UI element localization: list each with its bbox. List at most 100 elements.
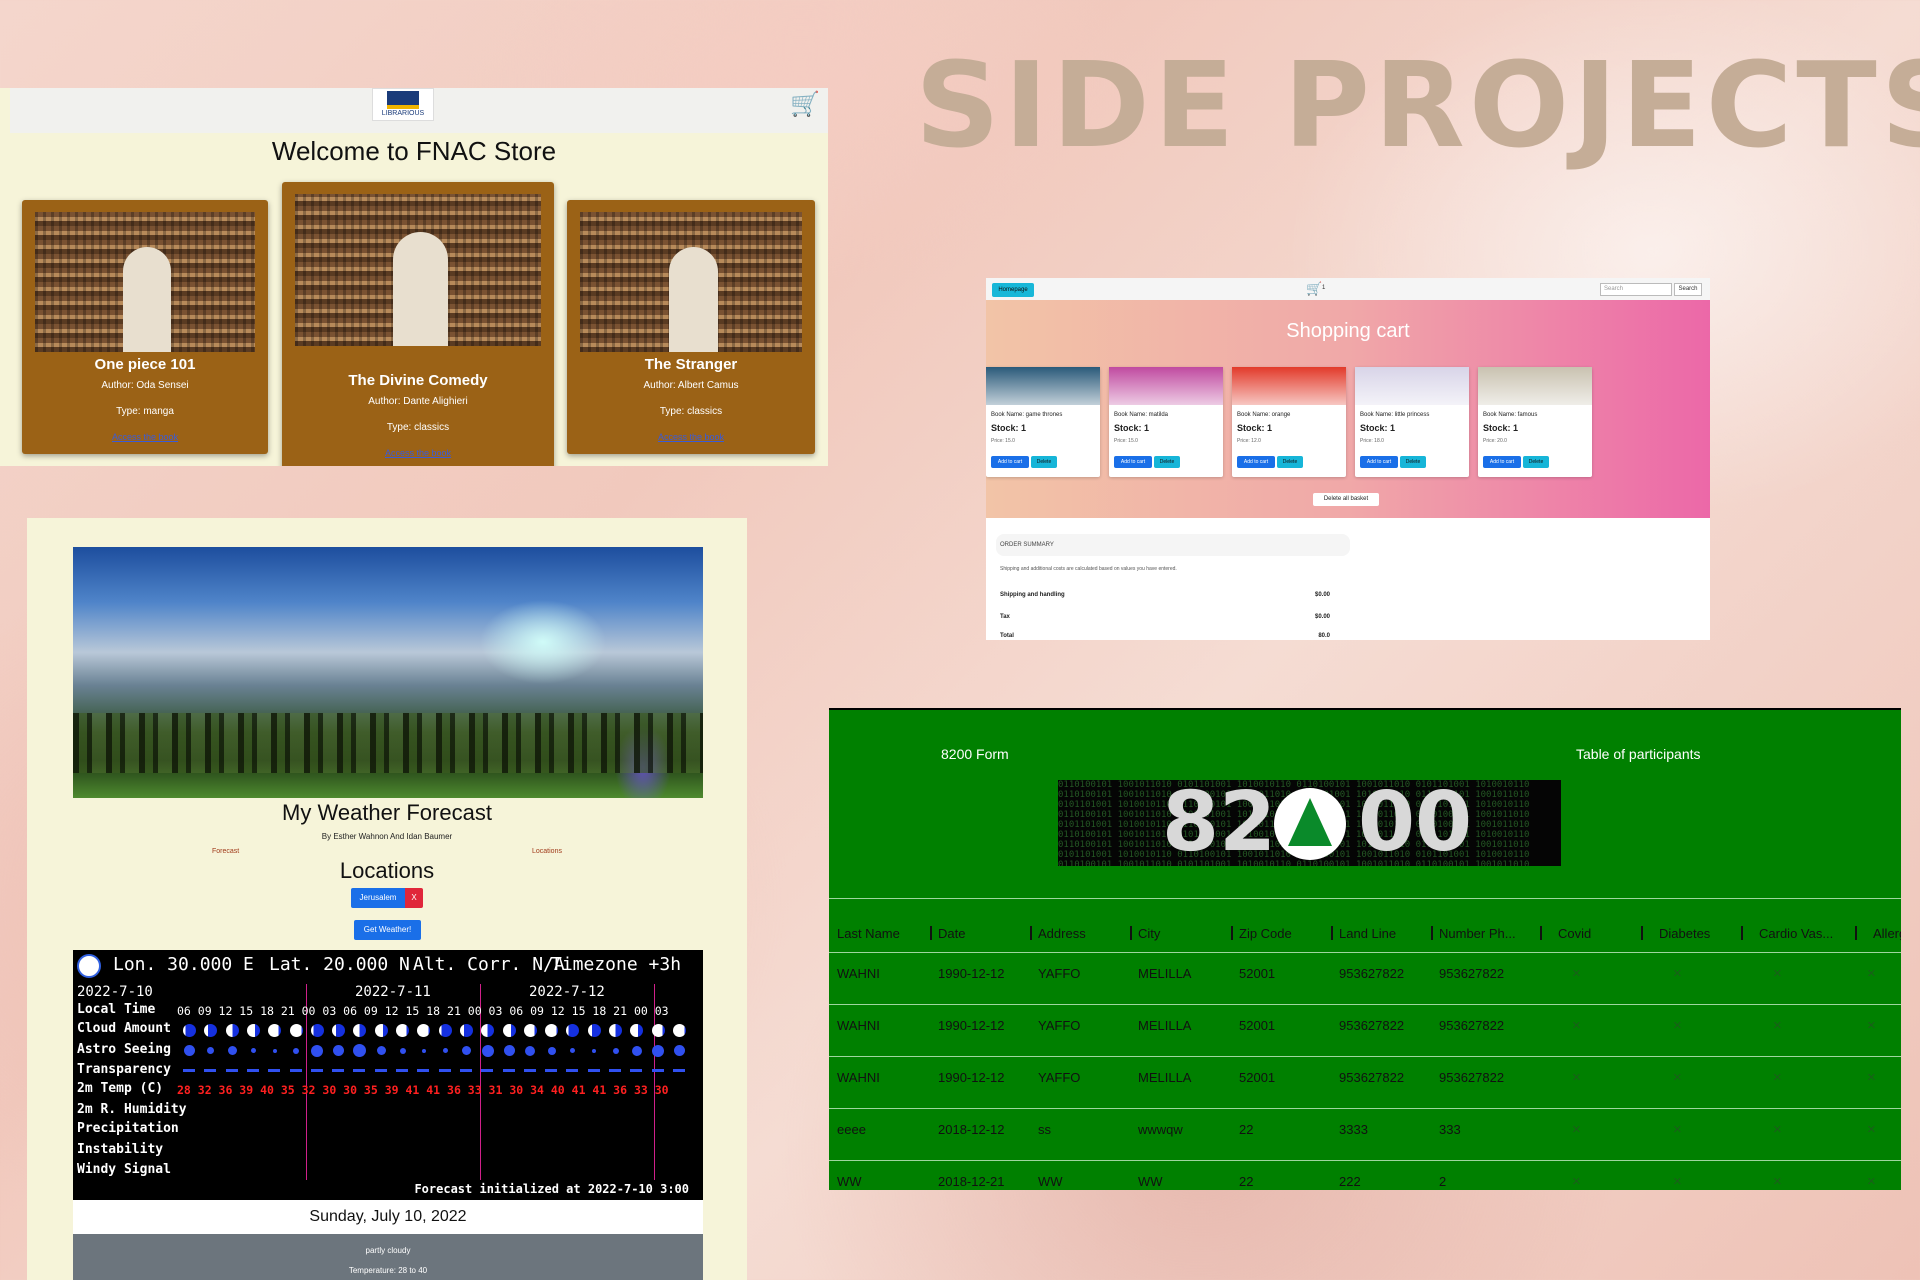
- column-header[interactable]: Covid: [1558, 926, 1591, 941]
- table-cell: ss: [1038, 1122, 1051, 1137]
- seeing-symbol: [525, 1045, 536, 1056]
- search-input[interactable]: Search: [1600, 283, 1672, 296]
- product-stock: Stock: 1: [1483, 423, 1519, 433]
- search-button[interactable]: Search: [1674, 283, 1702, 296]
- column-separator[interactable]: [1431, 926, 1433, 940]
- column-separator[interactable]: [930, 926, 932, 940]
- headline: SIDE PROJECTS: [915, 36, 1920, 174]
- cloud-symbol: [396, 1024, 409, 1037]
- shopping-cart-icon[interactable]: 🛒: [790, 92, 820, 118]
- cart-icon[interactable]: 🛒: [1306, 281, 1322, 297]
- unchecked-mark-icon[interactable]: ×: [1773, 965, 1782, 982]
- get-weather-button[interactable]: Get Weather!: [354, 920, 421, 940]
- column-header[interactable]: Number Ph...: [1439, 926, 1516, 941]
- column-header[interactable]: Zip Code: [1239, 926, 1292, 941]
- transparency-symbol: [332, 1069, 345, 1072]
- column-header[interactable]: Cardio Vas...: [1759, 926, 1833, 941]
- unchecked-mark-icon[interactable]: ×: [1673, 1173, 1682, 1190]
- seeing-symbol: [250, 1048, 256, 1053]
- column-header[interactable]: Diabetes: [1659, 926, 1710, 941]
- table-cell: 953627822: [1339, 966, 1405, 981]
- unchecked-mark-icon[interactable]: ×: [1673, 1017, 1682, 1034]
- cloud-symbol: [609, 1024, 622, 1037]
- nav-locations-link[interactable]: Locations: [532, 848, 562, 855]
- remove-location-button[interactable]: X: [405, 888, 423, 908]
- unchecked-mark-icon[interactable]: ×: [1673, 965, 1682, 982]
- column-separator[interactable]: [1231, 926, 1233, 940]
- nav-forecast-link[interactable]: Forecast: [212, 848, 239, 855]
- column-separator[interactable]: [1331, 926, 1333, 940]
- column-header[interactable]: Address: [1038, 926, 1086, 941]
- unchecked-mark-icon[interactable]: ×: [1673, 1069, 1682, 1086]
- unchecked-mark-icon[interactable]: ×: [1572, 965, 1581, 982]
- unchecked-mark-icon[interactable]: ×: [1867, 965, 1876, 982]
- column-separator[interactable]: [1540, 926, 1542, 940]
- book-cover-image: [1109, 367, 1223, 405]
- access-book-link[interactable]: Access the book: [282, 448, 554, 458]
- add-to-cart-button[interactable]: Add to cart: [1483, 456, 1521, 468]
- tab-8200-form[interactable]: 8200 Form: [941, 746, 1009, 762]
- table-top-border: [829, 898, 1901, 899]
- access-book-link[interactable]: Access the book: [567, 432, 815, 442]
- transparency-symbol: [545, 1069, 558, 1072]
- table-row[interactable]: WAHNI 1990-12-12 YAFFO MELILLA 52001 95362782…: [829, 1017, 1901, 1042]
- delete-button[interactable]: Delete: [1031, 456, 1057, 468]
- column-separator[interactable]: [1741, 926, 1743, 940]
- unchecked-mark-icon[interactable]: ×: [1673, 1121, 1682, 1138]
- delete-button[interactable]: Delete: [1523, 456, 1549, 468]
- delete-button[interactable]: Delete: [1154, 456, 1180, 468]
- table-cell: 953627822: [1339, 1018, 1405, 1033]
- seeing-symbol: [570, 1048, 576, 1053]
- column-header[interactable]: City: [1138, 926, 1160, 941]
- column-separator[interactable]: [1641, 926, 1643, 940]
- tab-table-of-participants[interactable]: Table of participants: [1576, 746, 1701, 762]
- column-separator[interactable]: [1130, 926, 1132, 940]
- row-label: Astro Seeing: [77, 1042, 171, 1057]
- location-chip-jerusalem[interactable]: Jerusalem: [351, 888, 405, 908]
- column-header[interactable]: Date: [938, 926, 965, 941]
- librarious-logo[interactable]: LIBRARIOUS: [372, 88, 434, 121]
- cloud-symbol: [268, 1024, 282, 1037]
- add-to-cart-button[interactable]: Add to cart: [1360, 456, 1398, 468]
- unchecked-mark-icon[interactable]: ×: [1867, 1173, 1876, 1190]
- transparency-symbol: [502, 1069, 515, 1072]
- table-row[interactable]: WAHNI 1990-12-12 YAFFO MELILLA 52001 95362782…: [829, 1069, 1901, 1094]
- row-label: Transparency: [77, 1062, 171, 1077]
- forecast-day: Sunday, July 10, 2022: [73, 1200, 703, 1234]
- unchecked-mark-icon[interactable]: ×: [1773, 1069, 1782, 1086]
- delete-all-basket-button[interactable]: Delete all basket: [1313, 493, 1379, 506]
- delete-button[interactable]: Delete: [1400, 456, 1426, 468]
- table-cell: wwwqw: [1138, 1122, 1183, 1137]
- forecast-date: 2022-7-10: [77, 984, 153, 1000]
- table-row[interactable]: WAHNI 1990-12-12 YAFFO MELILLA 52001 95362782…: [829, 965, 1901, 990]
- unchecked-mark-icon[interactable]: ×: [1773, 1121, 1782, 1138]
- book-type: Type: classics: [659, 406, 723, 417]
- homepage-button[interactable]: Homepage: [992, 283, 1034, 297]
- column-header[interactable]: Last Name: [837, 926, 900, 941]
- product-price: Price: 12.0: [1237, 438, 1261, 444]
- unchecked-mark-icon[interactable]: ×: [1773, 1173, 1782, 1190]
- unchecked-mark-icon[interactable]: ×: [1867, 1121, 1876, 1138]
- unchecked-mark-icon[interactable]: ×: [1773, 1017, 1782, 1034]
- cart-hero: Shopping cart Book Name: game thrones Sto…: [986, 300, 1710, 518]
- unchecked-mark-icon[interactable]: ×: [1867, 1069, 1876, 1086]
- delete-button[interactable]: Delete: [1277, 456, 1303, 468]
- add-to-cart-button[interactable]: Add to cart: [1237, 456, 1275, 468]
- column-header[interactable]: Land Line: [1339, 926, 1396, 941]
- unchecked-mark-icon[interactable]: ×: [1572, 1121, 1581, 1138]
- unchecked-mark-icon[interactable]: ×: [1572, 1173, 1581, 1190]
- column-separator[interactable]: [1030, 926, 1032, 940]
- column-header[interactable]: Allergi: [1873, 926, 1901, 941]
- cloud-symbol: [353, 1024, 367, 1037]
- access-book-link[interactable]: Access the book: [22, 432, 268, 442]
- unchecked-mark-icon[interactable]: ×: [1572, 1017, 1581, 1034]
- clock-icon: [77, 954, 101, 978]
- unchecked-mark-icon[interactable]: ×: [1867, 1017, 1876, 1034]
- add-to-cart-button[interactable]: Add to cart: [991, 456, 1029, 468]
- unchecked-mark-icon[interactable]: ×: [1572, 1069, 1581, 1086]
- column-separator[interactable]: [1855, 926, 1857, 940]
- table-cell: 3333: [1339, 1122, 1368, 1137]
- table-row[interactable]: WW 2018-12-21 WW WW 22 222 2 × × × ×: [829, 1173, 1901, 1190]
- table-row[interactable]: eeee 2018-12-12 ss wwwqw 22 3333 333 × × × ×: [829, 1121, 1901, 1146]
- add-to-cart-button[interactable]: Add to cart: [1114, 456, 1152, 468]
